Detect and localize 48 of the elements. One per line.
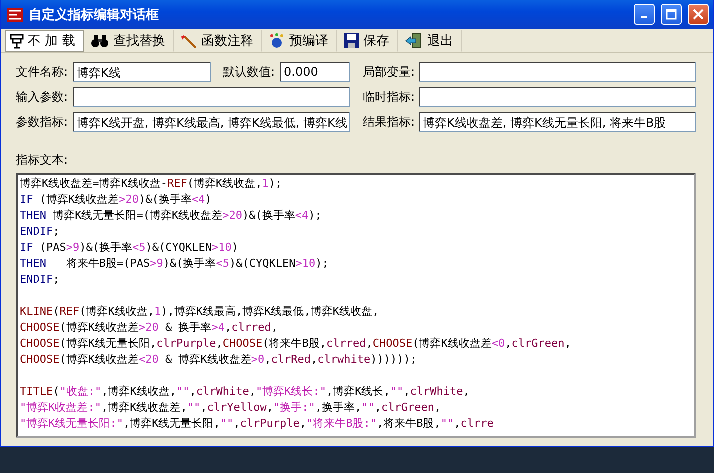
code-line: CHOOSE(博弈K线无量长阳,clrPurple,CHOOSE(将来牛B股,clrred,CHOOSE(博弈K线收盘差<0,clrGreen,	[20, 336, 572, 352]
binoculars-icon	[91, 34, 110, 48]
default-value-field[interactable]: 0.000	[280, 62, 350, 82]
field-label: 默认数值:	[223, 64, 276, 80]
editor-label: 指标文本:	[16, 152, 70, 169]
code-line: THEN 将来牛B股=(PAS>9)&(换手率<5)&(CYQKLEN>10);	[20, 256, 330, 272]
close-icon	[693, 9, 704, 20]
save-icon	[344, 33, 360, 48]
result-indicators-field[interactable]: 博弈K线收盘差, 博弈K线无量长阳, 将来牛B股	[419, 112, 696, 132]
code-editor[interactable]	[16, 173, 696, 438]
close-button[interactable]	[688, 4, 709, 25]
compile-icon	[269, 32, 286, 48]
window-title: 自定义指标编辑对话框	[29, 6, 160, 24]
code-line: "博弈K线无量长阳:",博弈K线无量长阳,"",clrPurple,"将来牛B股:",将来牛B股,"",clrre	[20, 416, 495, 432]
code-line: TITLE("收盘:",博弈K线收盘,"",clrWhite,"博弈K线长:",博弈K线长,"",clrWhite,	[20, 384, 471, 400]
file-name-field[interactable]: 博弈K线	[73, 62, 211, 82]
field-label: 结果指标:	[363, 114, 416, 130]
code-line: ENDIF;	[20, 272, 61, 288]
maximize-button[interactable]	[661, 4, 682, 25]
temporary-indicators-field[interactable]	[419, 87, 696, 107]
code-line: ENDIF;	[20, 224, 61, 240]
maximize-icon	[666, 9, 677, 20]
field-label: 临时指标:	[363, 88, 416, 106]
code-line: "博弈K收盘差:",博弈K线收盘差,"",clrYellow,"换手:",换手率,"",clrGreen,	[20, 400, 442, 416]
parameter-indicators-field[interactable]: 博弈K线开盘, 博弈K线最高, 博弈K线最低, 博弈K线	[73, 112, 350, 132]
code-line: THEN 博弈K线无量长阳=(博弈K线收盘差>20)&(换手率<4);	[20, 208, 323, 224]
code-line: IF (博弈K线收盘差>20)&(换手率<4)	[20, 192, 213, 208]
field-label: 局部变量:	[363, 64, 416, 80]
toolbar-button[interactable]: 不 加 载	[5, 30, 84, 52]
field-label: 参数指标:	[16, 114, 70, 130]
code-line: CHOOSE(博弈K线收盘差<20 & 博弈K线收盘差>0,clrRed,clrwhite))))));	[20, 352, 418, 368]
toolbar-button[interactable]: 查找替换	[86, 30, 174, 52]
input-parameters-field[interactable]	[73, 87, 350, 107]
app-icon	[7, 8, 23, 22]
code-line: 博弈K线收盘差=博弈K线收盘-REF(博弈K线收盘,1);	[20, 176, 284, 192]
local-variables-field[interactable]	[419, 62, 696, 82]
magic-wand-icon	[181, 32, 198, 48]
toolbar-button[interactable]: 退出	[400, 30, 462, 52]
field-label: 输入参数:	[16, 88, 70, 106]
toolbar-button[interactable]: 预编译	[264, 30, 338, 52]
door-exit-icon	[405, 32, 424, 48]
toolbar-button[interactable]: 保存	[339, 30, 398, 52]
minimize-button[interactable]	[634, 4, 655, 25]
code-line: CHOOSE(博弈K线收盘差>20 & 换手率>4,clrred,	[20, 320, 279, 336]
code-line: IF (PAS>9)&(换手率<5)&(CYQKLEN>10)	[20, 240, 240, 256]
field-label: 文件名称:	[16, 64, 70, 80]
code-line: KLINE(REF(博弈K线收盘,1),博弈K线最高,博弈K线最低,博弈K线收盘,	[20, 304, 380, 320]
toolbar-button[interactable]: 函数注释	[176, 30, 262, 52]
